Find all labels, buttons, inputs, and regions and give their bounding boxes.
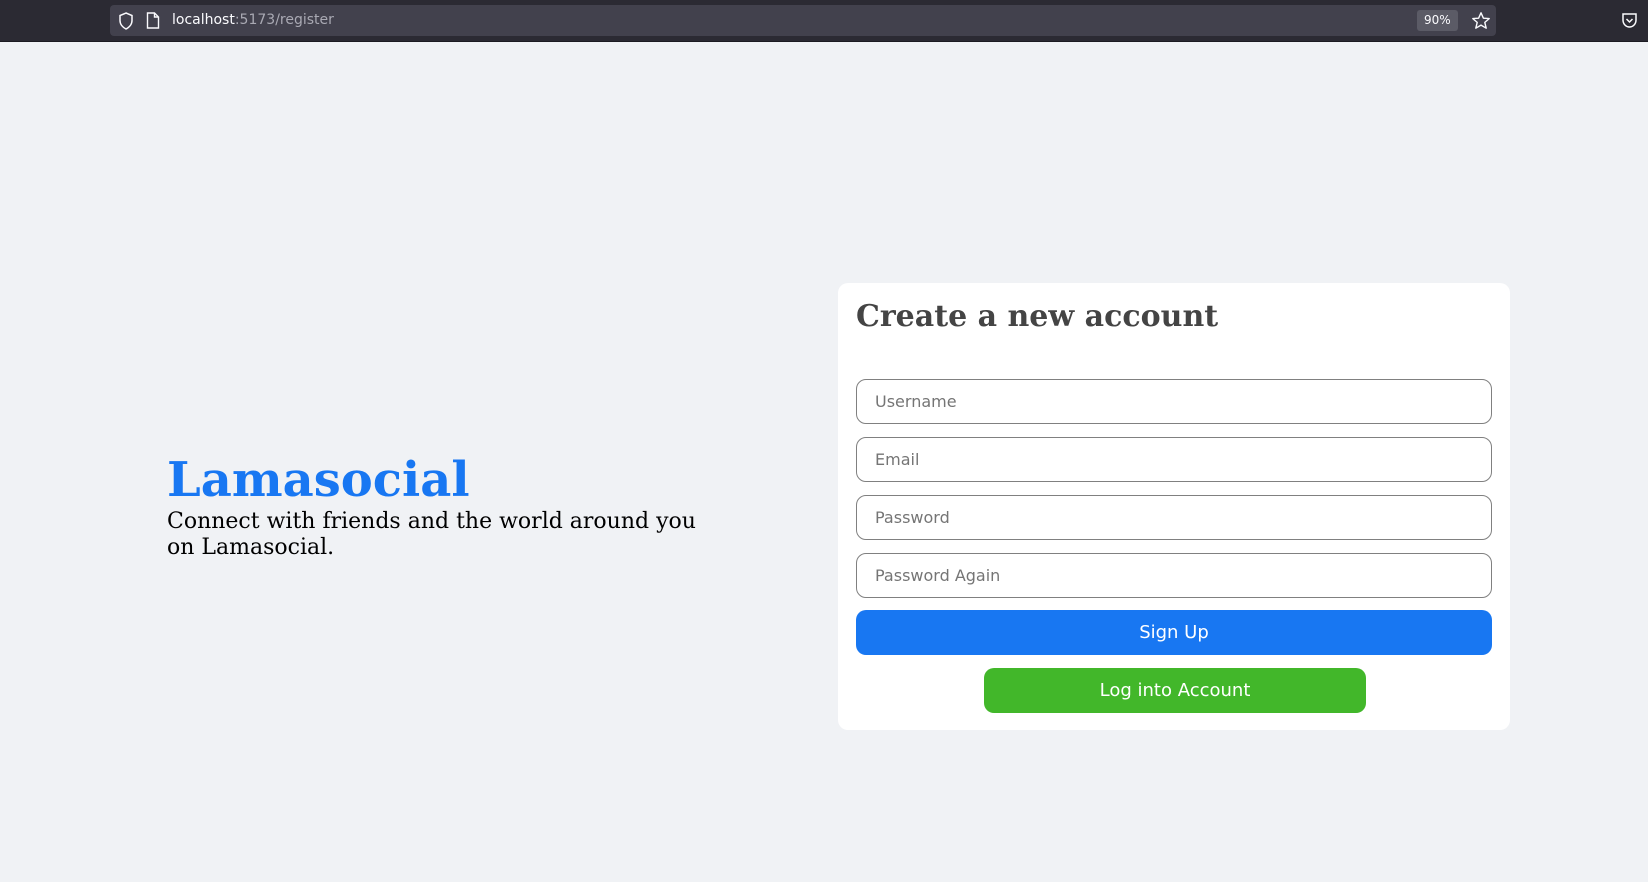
page-icon	[146, 12, 160, 29]
bookmark-star-icon[interactable]	[1471, 11, 1491, 31]
url-text[interactable]: localhost:5173/register	[172, 12, 334, 28]
password-again-input[interactable]	[856, 553, 1492, 598]
logo: Lamasocial	[167, 452, 470, 508]
username-input[interactable]	[856, 379, 1492, 424]
pocket-icon[interactable]	[1621, 12, 1638, 29]
shield-icon[interactable]	[118, 12, 134, 30]
url-bar[interactable]: localhost:5173/register 90%	[110, 5, 1496, 36]
url-path: :5173/register	[234, 12, 334, 28]
register-card: Create a new account Sign Up Log into Ac…	[838, 283, 1510, 730]
url-host: localhost	[172, 12, 235, 28]
tagline: Connect with friends and the world aroun…	[167, 509, 696, 560]
brand-section: Lamasocial Connect with friends and the …	[167, 451, 767, 561]
log-into-account-button[interactable]: Log into Account	[984, 668, 1366, 713]
zoom-badge[interactable]: 90%	[1417, 10, 1458, 31]
form-title: Create a new account	[856, 299, 1219, 334]
password-input[interactable]	[856, 495, 1492, 540]
email-input[interactable]	[856, 437, 1492, 482]
browser-toolbar: localhost:5173/register 90%	[0, 0, 1648, 42]
sign-up-button[interactable]: Sign Up	[856, 610, 1492, 655]
